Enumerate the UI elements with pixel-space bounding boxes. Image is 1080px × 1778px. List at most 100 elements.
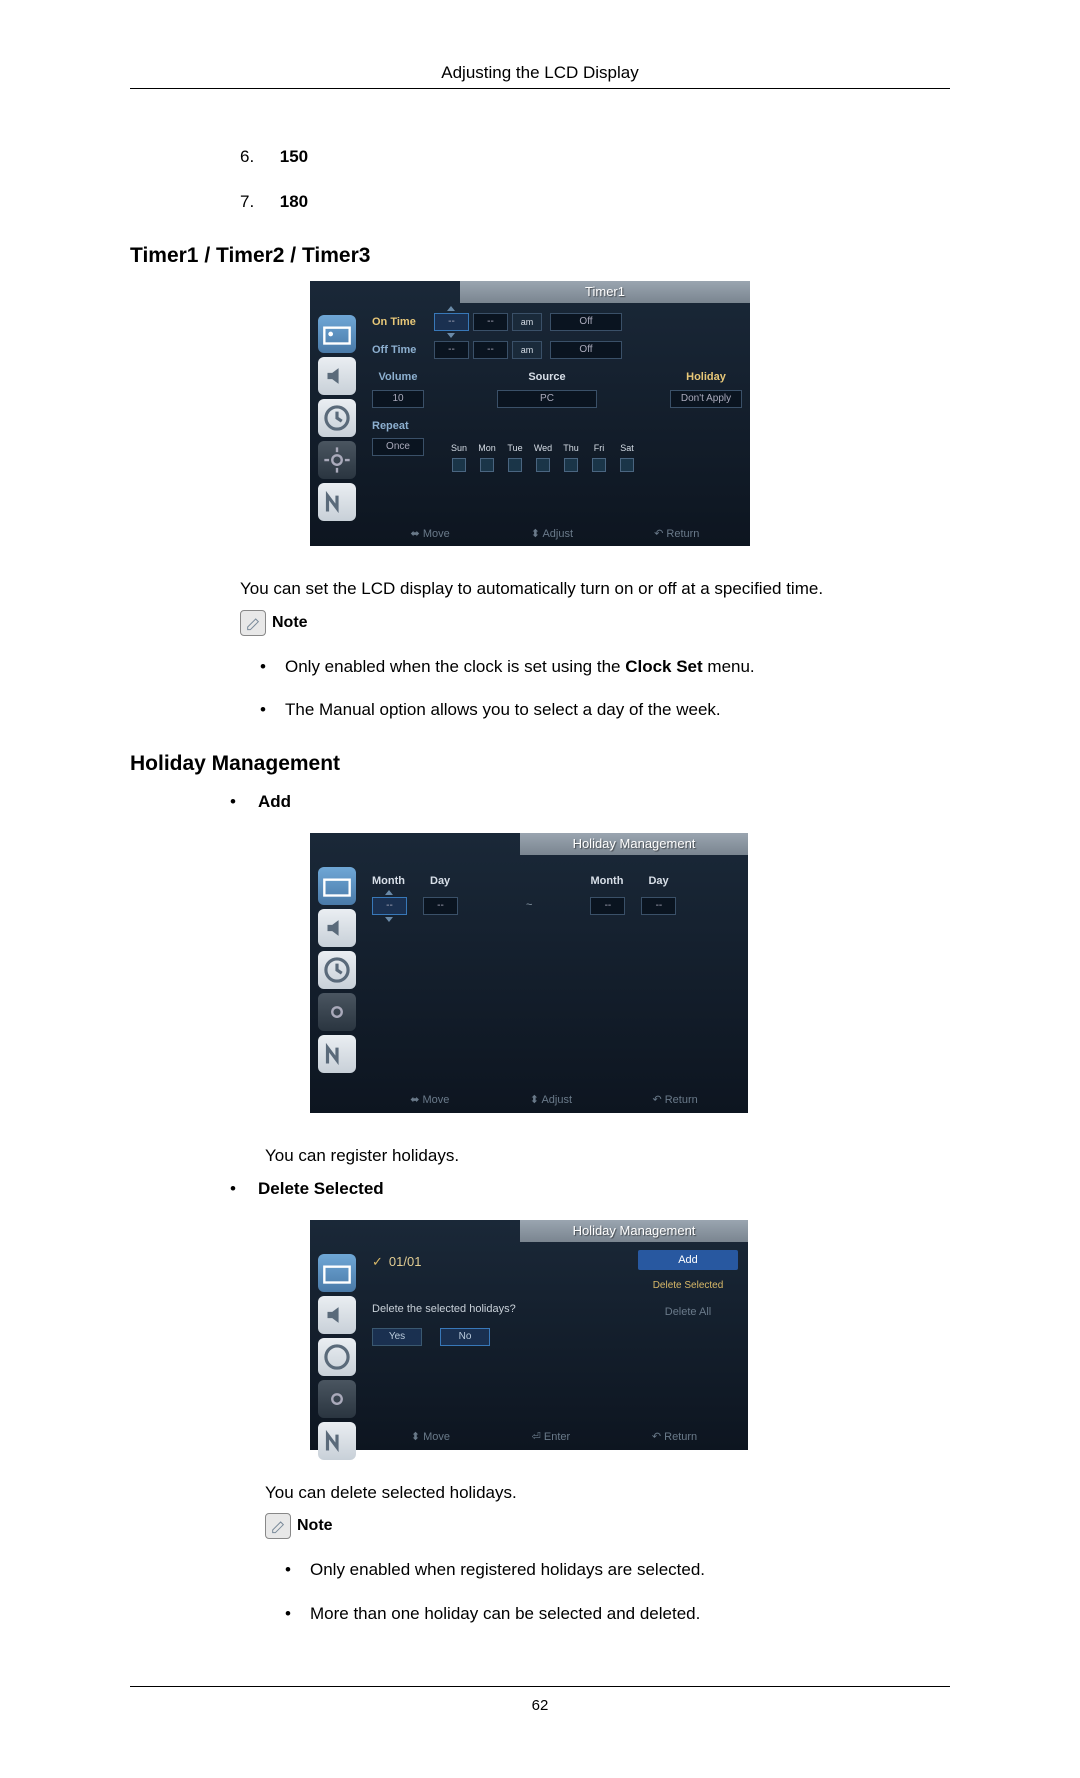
source-group: Source PC xyxy=(497,369,597,408)
day-checkbox[interactable] xyxy=(620,458,634,472)
timer-note-1: • Only enabled when the clock is set usi… xyxy=(260,654,950,680)
source-value[interactable]: PC xyxy=(497,390,597,408)
list-num: 6. xyxy=(240,144,275,170)
from-month[interactable]: -- xyxy=(372,897,407,915)
day-label: Wed xyxy=(534,443,552,453)
day-mon[interactable]: Mon xyxy=(476,442,498,472)
list-item-7: 7. 180 xyxy=(240,189,950,215)
osd-footer: ⬌ Move ⬍ Adjust ↶ Return xyxy=(370,1092,738,1109)
list-num: 7. xyxy=(240,189,275,215)
on-ampm[interactable]: am xyxy=(512,313,542,331)
holiday-add-osd: Holiday Management Month Day -- -- xyxy=(310,833,748,1113)
osd-nav-icon-multi[interactable] xyxy=(318,483,356,521)
note-text: More than one holiday can be selected an… xyxy=(310,1601,700,1627)
move-hint: ⬌ Move xyxy=(410,1092,449,1109)
delete-selected-button[interactable]: Delete Selected xyxy=(638,1276,738,1296)
repeat-row: Repeat Once Sun Mon Tue Wed Thu Fri Sat xyxy=(372,418,742,472)
on-state[interactable]: Off xyxy=(550,313,622,331)
off-hour-field[interactable]: -- xyxy=(434,341,469,359)
from-day[interactable]: -- xyxy=(423,897,458,915)
holiday-date-row: Month Day -- -- ~ Month Day xyxy=(372,873,738,916)
to-day[interactable]: -- xyxy=(641,897,676,915)
add-button[interactable]: Add xyxy=(638,1250,738,1270)
osd-nav-icon-picture[interactable] xyxy=(318,315,356,353)
osd-nav-icon-setup[interactable] xyxy=(318,993,356,1031)
on-hour-field[interactable]: -- xyxy=(434,313,469,331)
return-hint: ↶ Return xyxy=(652,1092,697,1109)
bullet-dot: • xyxy=(230,789,258,815)
osd-footer: ⬍ Move ⏎ Enter ↶ Return xyxy=(370,1429,738,1446)
off-ampm[interactable]: am xyxy=(512,341,542,359)
note-text: Only enabled when registered holidays ar… xyxy=(310,1557,705,1583)
osd-nav-icon-setup[interactable] xyxy=(318,1380,356,1418)
osd-nav-icon-sound[interactable] xyxy=(318,357,356,395)
osd-nav-icon-time[interactable] xyxy=(318,399,356,437)
day-tue[interactable]: Tue xyxy=(504,442,526,472)
day-fri[interactable]: Fri xyxy=(588,442,610,472)
note-row: Note xyxy=(265,1513,950,1539)
off-time-row[interactable]: Off Time -- -- am Off xyxy=(372,341,742,359)
day-label: Mon xyxy=(478,443,496,453)
day-checkbox[interactable] xyxy=(536,458,550,472)
add-label: Add xyxy=(258,789,291,815)
days-row: Sun Mon Tue Wed Thu Fri Sat xyxy=(448,442,638,472)
bullet-dot: • xyxy=(285,1557,310,1583)
osd-nav-icon-multi[interactable] xyxy=(318,1422,356,1460)
osd-nav-icon-picture[interactable] xyxy=(318,867,356,905)
page-number: 62 xyxy=(532,1697,549,1714)
no-button[interactable]: No xyxy=(440,1328,490,1346)
day-thu[interactable]: Thu xyxy=(560,442,582,472)
day-label: Day xyxy=(648,873,686,890)
day-sun[interactable]: Sun xyxy=(448,442,470,472)
osd-nav-icon-multi[interactable] xyxy=(318,1035,356,1073)
down-arrow-icon xyxy=(447,333,455,338)
day-wed[interactable]: Wed xyxy=(532,442,554,472)
osd-nav-icon-sound[interactable] xyxy=(318,909,356,947)
on-min-field[interactable]: -- xyxy=(473,313,508,331)
adjust-hint: ⬍ Adjust xyxy=(530,1092,572,1109)
list-val: 180 xyxy=(280,192,308,211)
holiday-value[interactable]: Don't Apply xyxy=(670,390,742,408)
day-checkbox[interactable] xyxy=(508,458,522,472)
off-min-field[interactable]: -- xyxy=(473,341,508,359)
note-row: Note xyxy=(240,610,950,636)
osd-content: On Time -- -- am Off Off Time -- -- am O… xyxy=(372,313,742,516)
on-time-row[interactable]: On Time -- -- am Off xyxy=(372,313,742,331)
add-desc: You can register holidays. xyxy=(265,1143,950,1169)
day-checkbox[interactable] xyxy=(564,458,578,472)
timer-desc: You can set the LCD display to automatic… xyxy=(240,576,950,602)
holiday-label: Holiday xyxy=(670,369,742,386)
osd-sidebar xyxy=(310,311,365,525)
timer-note-2: • The Manual option allows you to select… xyxy=(260,697,950,723)
delete-bullet: • Delete Selected xyxy=(230,1176,950,1202)
osd-sidebar xyxy=(310,863,365,1077)
day-checkbox[interactable] xyxy=(452,458,466,472)
off-state[interactable]: Off xyxy=(550,341,622,359)
timer-section-title: Timer1 / Timer2 / Timer3 xyxy=(130,240,950,272)
bullet-dot: • xyxy=(285,1601,310,1627)
day-sat[interactable]: Sat xyxy=(616,442,638,472)
add-bullet: • Add xyxy=(230,789,950,815)
to-month[interactable]: -- xyxy=(590,897,625,915)
return-hint: ↶ Return xyxy=(652,1429,697,1446)
day-checkbox[interactable] xyxy=(480,458,494,472)
day-checkbox[interactable] xyxy=(592,458,606,472)
repeat-value[interactable]: Once xyxy=(372,438,424,456)
osd-nav-icon-time[interactable] xyxy=(318,1338,356,1376)
delete-label: Delete Selected xyxy=(258,1176,384,1202)
bullet-dot: • xyxy=(260,654,285,680)
osd-title: Holiday Management xyxy=(520,1220,748,1242)
delete-all-button[interactable]: Delete All xyxy=(638,1302,738,1322)
enter-hint: ⏎ Enter xyxy=(532,1429,571,1446)
osd-nav-icon-picture[interactable] xyxy=(318,1254,356,1292)
up-arrow-icon xyxy=(385,890,393,895)
yes-button[interactable]: Yes xyxy=(372,1328,422,1346)
day-label: Tue xyxy=(507,443,522,453)
list-item-6: 6. 150 xyxy=(240,144,950,170)
osd-nav-icon-time[interactable] xyxy=(318,951,356,989)
on-time-label: On Time xyxy=(372,314,434,331)
volume-value[interactable]: 10 xyxy=(372,390,424,408)
osd-nav-icon-setup[interactable] xyxy=(318,441,356,479)
day-label: Thu xyxy=(563,443,579,453)
osd-nav-icon-sound[interactable] xyxy=(318,1296,356,1334)
